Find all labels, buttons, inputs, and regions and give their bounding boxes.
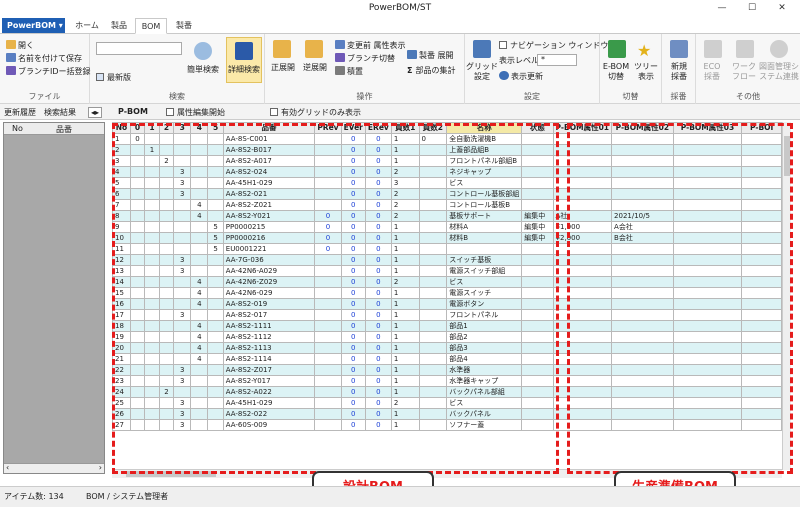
left-col-no: No [12, 124, 23, 133]
workflow-icon [736, 40, 754, 58]
group-other-label: その他 [736, 92, 760, 101]
drawing-system-button[interactable]: 図面管理シ ステム連携 [758, 62, 800, 82]
group-switch: E-BOM 切替 ★ ツリー 表示 切替 [600, 34, 662, 104]
branch-register-button[interactable]: ブランチIDー括登録 [6, 66, 91, 77]
group-file-label: ファイル [28, 92, 61, 101]
checkbox-icon [166, 108, 174, 116]
stack-button[interactable]: 積置 [335, 66, 363, 77]
item-count: アイテム数: 134 [4, 492, 64, 501]
group-numbering: 新規 採番 採番 [662, 34, 696, 104]
swap-icon [608, 40, 626, 58]
folder-icon [6, 40, 16, 49]
pbom-label: P-BOM [118, 107, 148, 116]
refresh-button[interactable]: 表示更新 [499, 71, 543, 82]
group-settings-label: 設定 [524, 92, 540, 101]
sigma-icon: Σ [407, 66, 413, 75]
expand-icon [407, 50, 417, 59]
design-bom-region [112, 123, 559, 474]
forward-expand-icon [273, 40, 291, 58]
parts-total-button[interactable]: Σ 部品の集計 [407, 65, 455, 76]
reverse-expand-icon [305, 40, 323, 58]
group-search: 最新版 簡単検索 詳細検索 検索 [90, 34, 265, 104]
save-as-button[interactable]: 名前を付けて保存 [6, 53, 82, 64]
grid-icon [473, 40, 491, 58]
group-operation: 正展開 逆展開 変更前 属性表示 ブランチ切替 積置 製番 展開 Σ 部品の集計 … [265, 34, 465, 104]
star-icon: ★ [637, 41, 652, 60]
grid-settings-button[interactable]: グリッド 設定 [465, 62, 499, 82]
drawing-system-icon [770, 40, 788, 58]
display-level-select[interactable]: * [537, 54, 577, 66]
tree-view-button[interactable]: ツリー 表示 [630, 62, 662, 82]
ribbon: 開く 名前を付けて保存 ブランチIDー括登録 ファイル 最新版 簡単検索 詳細検… [0, 34, 800, 104]
attr-edit-checkbox[interactable]: 属性編集開始 [166, 107, 225, 118]
branch-switch-button[interactable]: ブランチ切替 [335, 53, 395, 64]
left-col-part: 品番 [56, 125, 72, 134]
group-search-label: 検索 [169, 92, 185, 101]
open-button[interactable]: 開く [6, 40, 34, 51]
display-level-label: 表示レベル [499, 56, 539, 65]
production-bom-region [567, 123, 793, 474]
left-list-pane[interactable]: No 品番 ‹ › [3, 122, 105, 474]
link-icon [335, 40, 345, 49]
checkbox-icon [499, 41, 507, 49]
tab-home[interactable]: ホーム [70, 18, 104, 34]
group-numbering-label: 採番 [670, 92, 687, 101]
stack-icon [335, 66, 345, 75]
detail-search-button[interactable]: 詳細検索 [226, 37, 262, 83]
simple-search-button[interactable]: 簡単検索 [182, 65, 224, 75]
checkbox-checked-icon [96, 73, 104, 81]
valid-grid-checkbox[interactable]: 有効グリッドのみ表示 [270, 107, 361, 118]
tab-search-results[interactable]: 検索結果 [44, 107, 76, 118]
eco-icon [704, 40, 722, 58]
tab-bom[interactable]: BOM [135, 18, 167, 34]
left-horizontal-scrollbar[interactable]: ‹ › [4, 463, 104, 473]
ribbon-tabs: PowerBOM ▾ ホーム 製品 BOM 製番 [0, 16, 800, 34]
forward-expand-button[interactable]: 正展開 [267, 63, 299, 73]
new-number-icon [670, 40, 688, 58]
reverse-expand-button[interactable]: 逆展開 [299, 63, 331, 73]
status-bar: アイテム数: 134 BOM / システム管理者 [0, 486, 800, 507]
eco-number-button[interactable]: ECO 採番 [696, 62, 728, 82]
scroll-right-icon[interactable]: › [99, 463, 102, 472]
left-list-header: No 品番 [4, 123, 104, 135]
tab-product[interactable]: 製品 [106, 18, 132, 34]
ebom-switch-button[interactable]: E-BOM 切替 [600, 62, 632, 82]
save-icon [6, 53, 16, 62]
refresh-icon [499, 71, 509, 80]
tab-update-history[interactable]: 更新履歴 [4, 107, 36, 118]
latest-version-checkbox[interactable]: 最新版 [96, 72, 131, 83]
group-settings: グリッド 設定 ナビゲーション ウィンドウ 表示レベル * 表示更新 設定 [465, 34, 608, 104]
show-prev-attr-button[interactable]: 変更前 属性表示 [335, 40, 406, 51]
serial-expand-button[interactable]: 製番 展開 [407, 50, 454, 61]
tab-serial[interactable]: 製番 [170, 18, 198, 34]
group-other: ECO 採番 ワーク フロー 図面管理シ ステム連携 その他 [696, 34, 800, 104]
scroll-left-icon[interactable]: ‹ [6, 463, 9, 472]
maximize-button[interactable]: ☐ [742, 2, 762, 14]
nav-window-toggle[interactable]: ナビゲーション ウィンドウ [499, 40, 608, 51]
user-role: BOM / システム管理者 [86, 492, 169, 501]
search-input[interactable] [96, 42, 182, 55]
group-operation-label: 操作 [356, 92, 373, 101]
view-toolbar: 更新履歴 検索結果 ◂▸ P-BOM 属性編集開始 有効グリッドのみ表示 [0, 104, 800, 120]
pane-nav-arrows[interactable]: ◂▸ [88, 107, 103, 118]
group-file: 開く 名前を付けて保存 ブランチIDー括登録 ファイル [0, 34, 91, 104]
binoculars-icon [235, 42, 253, 60]
magnifier-icon [194, 42, 212, 60]
branch-icon [6, 66, 16, 75]
app-menu-button[interactable]: PowerBOM ▾ [2, 18, 65, 33]
checkbox-icon [270, 108, 278, 116]
workflow-button[interactable]: ワーク フロー [728, 62, 760, 82]
window-title: PowerBOM/ST [368, 3, 432, 13]
close-button[interactable]: ✕ [772, 2, 792, 14]
group-switch-label: 切替 [622, 92, 639, 101]
new-number-button[interactable]: 新規 採番 [662, 62, 696, 82]
title-bar: PowerBOM/ST — ☐ ✕ [0, 0, 800, 16]
minimize-button[interactable]: — [712, 2, 732, 14]
branch-icon [335, 53, 345, 62]
